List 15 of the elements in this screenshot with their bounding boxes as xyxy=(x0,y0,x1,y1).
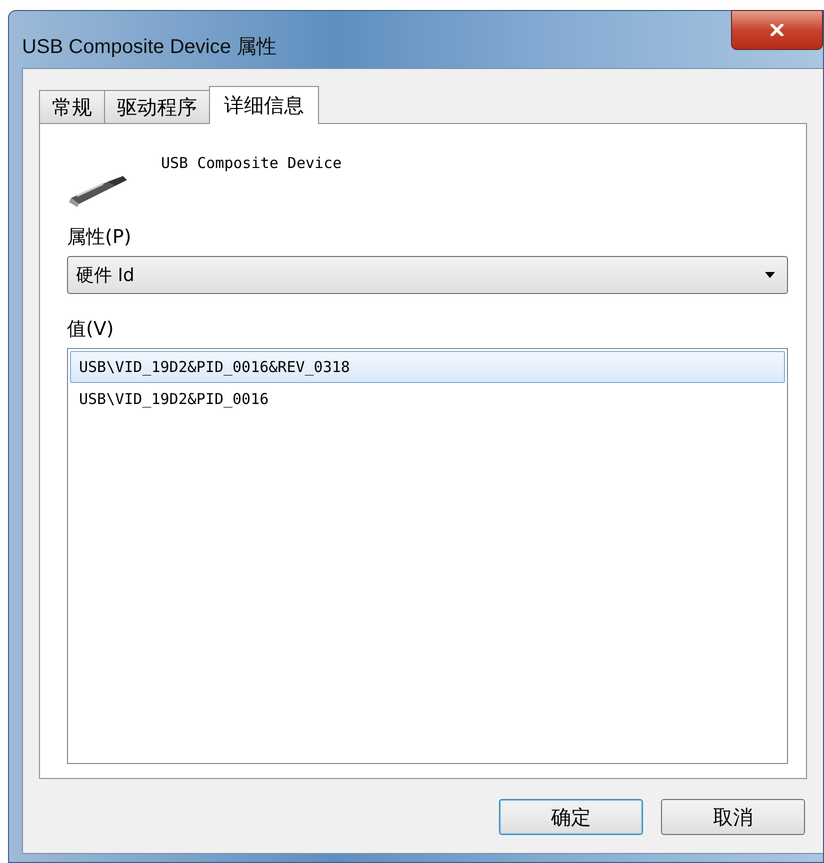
caret-icon xyxy=(765,272,775,278)
close-button[interactable] xyxy=(731,10,823,50)
list-item[interactable]: USB\VID_19D2&PID_0016&REV_0318 xyxy=(70,351,785,383)
property-label: 属性(P) xyxy=(67,225,132,250)
tab[interactable]: 常规 xyxy=(39,90,105,123)
device-name: USB Composite Device xyxy=(161,154,342,172)
value-label: 值(V) xyxy=(67,317,114,342)
dialog-button[interactable]: 取消 xyxy=(661,799,805,835)
tab[interactable]: 驱动程序 xyxy=(104,90,210,123)
list-item[interactable]: USB\VID_19D2&PID_0016 xyxy=(70,383,785,415)
window-title: USB Composite Device 属性 xyxy=(22,35,277,60)
tab[interactable]: 详细信息 xyxy=(209,86,319,124)
property-dropdown[interactable]: 硬件 Id xyxy=(67,256,788,294)
close-icon xyxy=(770,24,784,36)
ok-button[interactable]: 确定 xyxy=(499,799,643,835)
